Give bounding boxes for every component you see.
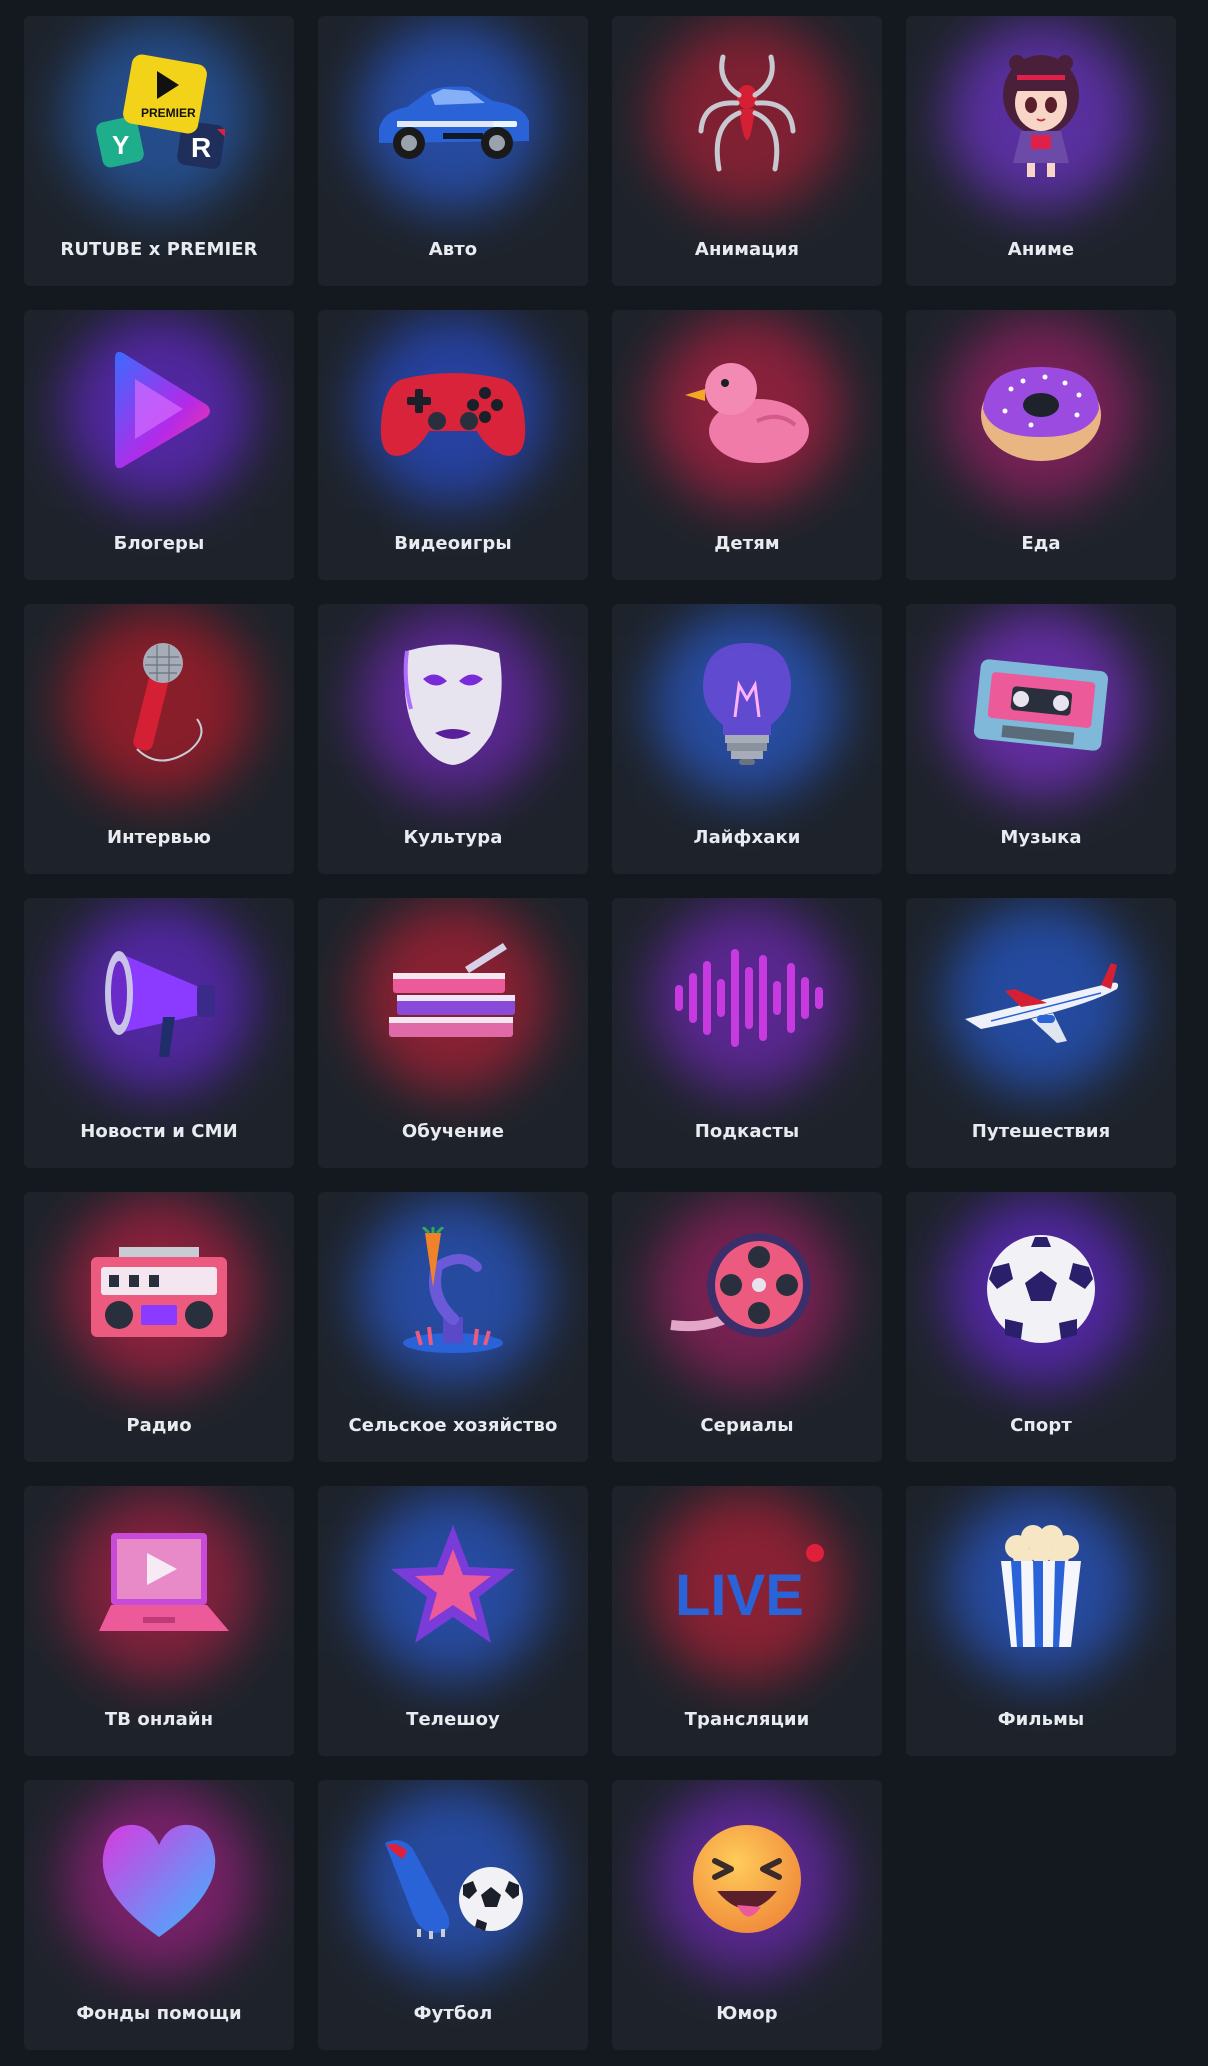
laughing-face-icon bbox=[667, 1815, 827, 1945]
svg-text:LIVE: LIVE bbox=[675, 1563, 804, 1628]
category-label: Сериалы bbox=[700, 1415, 794, 1436]
category-card-travel[interactable]: Путешествия bbox=[906, 898, 1176, 1168]
category-label: Лайфхаки bbox=[693, 827, 801, 848]
category-card-auto[interactable]: Авто bbox=[318, 16, 588, 286]
robot-arm-carrot-icon bbox=[373, 1227, 533, 1357]
rutube-premier-logo-icon: Y R PREMIER bbox=[79, 51, 239, 181]
cassette-tape-icon bbox=[961, 639, 1121, 769]
category-card-tv-show[interactable]: Телешоу bbox=[318, 1486, 588, 1756]
film-reel-icon bbox=[667, 1227, 827, 1357]
category-label: Авто bbox=[428, 239, 478, 260]
category-card-radio[interactable]: Радио bbox=[24, 1192, 294, 1462]
category-label: Фонды помощи bbox=[76, 2003, 242, 2024]
donut-icon bbox=[961, 345, 1121, 475]
category-card-broadcasts[interactable]: LIVE Трансляции bbox=[612, 1486, 882, 1756]
category-card-videogames[interactable]: Видеоигры bbox=[318, 310, 588, 580]
category-card-anime[interactable]: Аниме bbox=[906, 16, 1176, 286]
category-label: Сельское хозяйство bbox=[348, 1415, 558, 1436]
anime-girl-icon bbox=[961, 51, 1121, 181]
popcorn-icon bbox=[961, 1521, 1121, 1651]
category-label: ТВ онлайн bbox=[104, 1709, 214, 1730]
category-card-lifehacks[interactable]: Лайфхаки bbox=[612, 604, 882, 874]
category-label: Еда bbox=[1021, 533, 1061, 554]
category-label: Новости и СМИ bbox=[80, 1121, 238, 1142]
megaphone-icon bbox=[79, 933, 239, 1063]
theater-mask-icon bbox=[373, 639, 533, 769]
category-label: Видеоигры bbox=[394, 533, 512, 554]
category-label: Фильмы bbox=[997, 1709, 1085, 1730]
boombox-icon bbox=[79, 1227, 239, 1357]
live-sign-icon: LIVE bbox=[667, 1521, 827, 1651]
category-label: Музыка bbox=[1000, 827, 1082, 848]
heart-icon bbox=[79, 1815, 239, 1945]
category-card-music[interactable]: Музыка bbox=[906, 604, 1176, 874]
category-card-agriculture[interactable]: Сельское хозяйство bbox=[318, 1192, 588, 1462]
lightbulb-icon bbox=[667, 639, 827, 769]
category-card-humor[interactable]: Юмор bbox=[612, 1780, 882, 2050]
category-label: Интервью bbox=[106, 827, 212, 848]
books-icon bbox=[373, 933, 533, 1063]
svg-text:R: R bbox=[191, 132, 211, 163]
svg-text:Y: Y bbox=[112, 130, 129, 160]
category-label: Спорт bbox=[1010, 1415, 1072, 1436]
spider-emblem-icon bbox=[667, 51, 827, 181]
category-label: Обучение bbox=[401, 1121, 505, 1142]
category-label: Детям bbox=[714, 533, 780, 554]
star-icon bbox=[373, 1521, 533, 1651]
category-label: Культура bbox=[403, 827, 503, 848]
category-label: RUTUBE x PREMIER bbox=[60, 239, 258, 260]
soccer-ball-icon bbox=[961, 1227, 1121, 1357]
category-label: Подкасты bbox=[694, 1121, 800, 1142]
category-label: Блогеры bbox=[113, 533, 205, 554]
gamepad-icon bbox=[373, 345, 533, 475]
category-card-series[interactable]: Сериалы bbox=[612, 1192, 882, 1462]
category-card-interview[interactable]: Интервью bbox=[24, 604, 294, 874]
airplane-icon bbox=[961, 933, 1121, 1063]
category-label: Юмор bbox=[716, 2003, 778, 2024]
category-card-news[interactable]: Новости и СМИ bbox=[24, 898, 294, 1168]
category-card-food[interactable]: Еда bbox=[906, 310, 1176, 580]
category-card-rutube-premier[interactable]: Y R PREMIER RUTUBE x PREMIER bbox=[24, 16, 294, 286]
laptop-play-icon bbox=[79, 1521, 239, 1651]
microphone-icon bbox=[79, 639, 239, 769]
football-boot-and-ball-icon bbox=[373, 1815, 533, 1945]
rubber-duck-icon bbox=[667, 345, 827, 475]
category-label: Радио bbox=[126, 1415, 192, 1436]
category-card-sport[interactable]: Спорт bbox=[906, 1192, 1176, 1462]
category-card-podcasts[interactable]: Подкасты bbox=[612, 898, 882, 1168]
svg-text:PREMIER: PREMIER bbox=[141, 106, 196, 120]
categories-grid: Y R PREMIER RUTUBE x PREMIER Авто Анимац… bbox=[0, 0, 1208, 2066]
category-card-football[interactable]: Футбол bbox=[318, 1780, 588, 2050]
category-label: Анимация bbox=[694, 239, 800, 260]
category-card-culture[interactable]: Культура bbox=[318, 604, 588, 874]
category-card-education[interactable]: Обучение bbox=[318, 898, 588, 1168]
category-label: Аниме bbox=[1007, 239, 1075, 260]
category-label: Футбол bbox=[413, 2003, 493, 2024]
category-card-bloggers[interactable]: Блогеры bbox=[24, 310, 294, 580]
category-label: Трансляции bbox=[684, 1709, 810, 1730]
category-label: Телешоу bbox=[406, 1709, 500, 1730]
sound-wave-icon bbox=[667, 933, 827, 1063]
category-card-animation[interactable]: Анимация bbox=[612, 16, 882, 286]
category-label: Путешествия bbox=[971, 1121, 1111, 1142]
category-card-charity[interactable]: Фонды помощи bbox=[24, 1780, 294, 2050]
play-button-icon bbox=[79, 345, 239, 475]
category-card-films[interactable]: Фильмы bbox=[906, 1486, 1176, 1756]
category-card-tv-online[interactable]: ТВ онлайн bbox=[24, 1486, 294, 1756]
sports-car-icon bbox=[373, 51, 533, 181]
category-card-kids[interactable]: Детям bbox=[612, 310, 882, 580]
